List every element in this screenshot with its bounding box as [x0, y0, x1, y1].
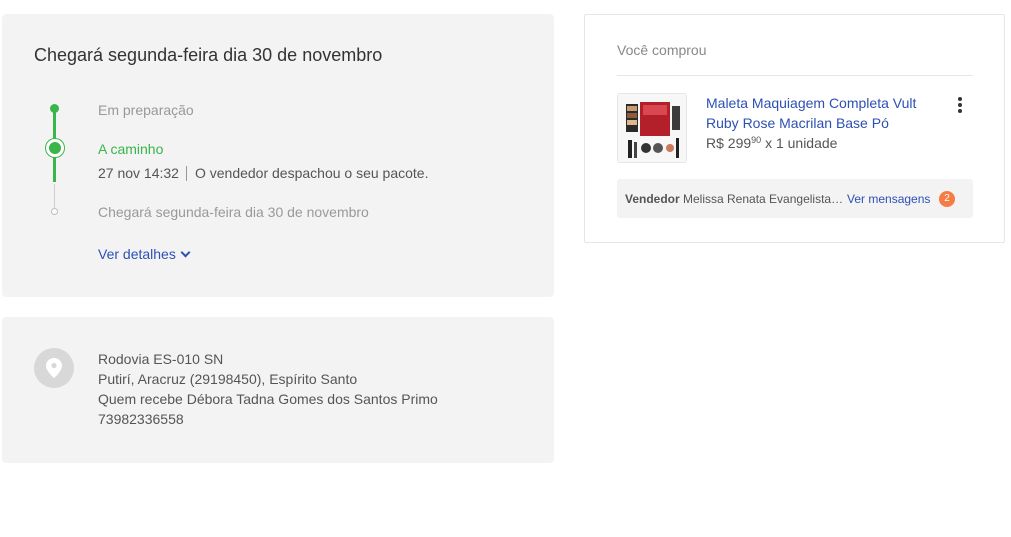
product-name-link[interactable]: Maleta Maquiagem Completa Vult Ruby Rose…	[706, 93, 936, 133]
address-street: Rodovia ES-010 SN	[98, 351, 224, 367]
timeline-step-on-the-way: A caminho	[98, 141, 164, 157]
seller-label: Vendedor	[625, 192, 680, 206]
step-description: O vendedor despachou o seu pacote.	[194, 165, 429, 181]
timeline-dot-done	[50, 104, 59, 113]
chevron-down-icon	[180, 247, 191, 258]
shipment-timeline: Em preparação A caminho 27 nov 14:32 O ve…	[2, 14, 554, 297]
timeline-step-preparing: Em preparação	[98, 102, 194, 118]
timeline-dot-pending	[51, 208, 58, 215]
shipment-card: Chegará segunda-feira dia 30 de novembro…	[2, 14, 554, 297]
timeline-step-detail: 27 nov 14:32 O vendedor despachou o seu p…	[98, 165, 428, 181]
address-phone: 73982336558	[98, 411, 184, 427]
price-currency: R$	[706, 135, 724, 151]
timeline-dot-current	[46, 139, 64, 157]
price-integer: 299	[727, 135, 752, 151]
more-options-icon[interactable]	[955, 96, 965, 114]
timeline-step-arrival: Chegará segunda-feira dia 30 de novembro	[98, 204, 369, 220]
seller-box: Vendedor Melissa Renata Evangelista Card…	[617, 179, 973, 218]
address-card: Rodovia ES-010 SN Putirí, Aracruz (29198…	[2, 317, 554, 463]
divider	[617, 75, 973, 76]
location-pin-icon	[34, 348, 74, 388]
step-separator	[185, 166, 187, 181]
price-cents: 90	[751, 135, 762, 145]
view-details-link[interactable]: Ver detalhes	[98, 246, 191, 262]
address-recipient: Quem recebe Débora Tadna Gomes dos Santo…	[98, 391, 438, 407]
step-time: 27 nov 14:32	[98, 165, 179, 181]
address-city: Putirí, Aracruz (29198450), Espírito San…	[98, 371, 358, 387]
view-messages-link[interactable]: Ver mensagens	[847, 192, 930, 206]
seller-name: Melissa Renata Evangelista Cardoso	[683, 192, 845, 206]
timeline-pending-line	[54, 184, 55, 210]
product-quantity: x 1 unidade	[765, 135, 838, 151]
purchase-title: Você comprou	[617, 42, 707, 58]
purchase-card: Você comprou Maleta Maquiagem Completa V…	[584, 14, 1005, 243]
view-details-label: Ver detalhes	[98, 246, 176, 262]
product-price: R$ 29990 x 1 unidade	[706, 135, 837, 151]
unread-messages-badge: 2	[939, 191, 955, 207]
product-thumbnail[interactable]	[617, 93, 687, 163]
